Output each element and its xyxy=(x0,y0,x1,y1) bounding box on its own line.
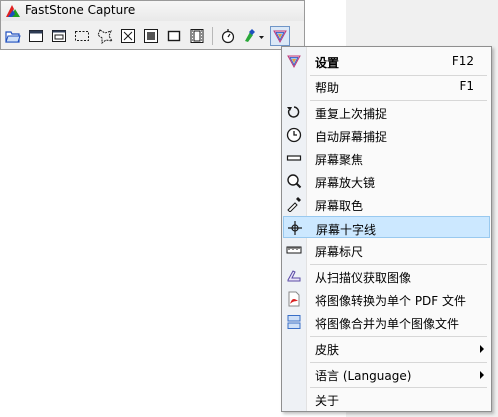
menu-item-magnifier[interactable]: 屏幕放大镜 xyxy=(283,170,490,192)
menu-item-about[interactable]: 关于 xyxy=(283,388,490,410)
ruler-icon xyxy=(286,246,302,254)
menu-item-color-picker[interactable]: 屏幕取色 xyxy=(283,193,490,215)
menu-item-crosshair[interactable]: 屏幕十字线 xyxy=(283,216,490,238)
menu-item-label: 自动屏幕捕捉 xyxy=(315,130,388,144)
menu-item-label: 从扫描仪获取图像 xyxy=(315,271,412,285)
menu-item-label: 将图像转换为单个 PDF 文件 xyxy=(315,294,467,308)
settings-menu-button[interactable] xyxy=(270,26,290,46)
title-bar[interactable]: FastStone Capture xyxy=(1,1,304,21)
menu-item-label: 设置 xyxy=(315,56,340,70)
menu-item-shortcut: F1 xyxy=(459,79,474,93)
window-title: FastStone Capture xyxy=(25,3,136,17)
capture-rectangle-button[interactable] xyxy=(72,26,92,46)
screen-recorder-button[interactable] xyxy=(187,26,207,46)
window-icon xyxy=(29,30,43,42)
open-folder-icon xyxy=(5,31,21,43)
menu-item-label: 屏幕十字线 xyxy=(316,223,377,237)
menu-item-label: 关于 xyxy=(315,394,340,408)
scrolling-window-icon xyxy=(144,29,158,43)
menu-item-label: 屏幕标尺 xyxy=(315,245,364,259)
menu-item-shortcut: F12 xyxy=(451,54,474,68)
freehand-shape-icon xyxy=(97,29,113,44)
menu-item-label: 屏幕放大镜 xyxy=(315,176,376,190)
capture-scrolling-button[interactable] xyxy=(141,26,161,46)
menu-item-label: 帮助 xyxy=(315,81,340,95)
output-destination-button[interactable] xyxy=(241,26,267,46)
dashed-rectangle-icon xyxy=(75,31,89,41)
capture-fullscreen-button[interactable] xyxy=(118,26,138,46)
film-strip-icon xyxy=(190,29,204,43)
menu-item-merge-images[interactable]: 将图像合并为单个图像文件 xyxy=(283,311,490,333)
merge-images-icon xyxy=(287,315,301,329)
menu-item-label: 屏幕聚焦 xyxy=(315,153,364,167)
scanner-icon xyxy=(287,270,301,282)
menu-item-screen-focus[interactable]: 屏幕聚焦 xyxy=(283,147,490,169)
faststone-toolbar-window: FastStone Capture xyxy=(0,0,305,50)
menu-item-label: 将图像合并为单个图像文件 xyxy=(315,317,460,331)
focus-bar-icon xyxy=(286,155,302,161)
repeat-arrow-icon xyxy=(287,106,300,118)
menu-item-ruler[interactable]: 屏幕标尺 xyxy=(283,239,490,261)
submenu-arrow-icon xyxy=(480,345,484,353)
delay-timer-button[interactable] xyxy=(218,26,238,46)
capture-object-button[interactable] xyxy=(49,26,69,46)
open-file-button[interactable] xyxy=(3,26,23,46)
settings-context-menu: 设置 F12 帮助 F1 重复上次捕捉 自动屏幕捕捉 屏幕聚焦 屏幕放大镜 屏幕… xyxy=(281,46,492,412)
menu-item-help[interactable]: 帮助 F1 xyxy=(283,75,490,97)
menu-item-label: 屏幕取色 xyxy=(315,199,364,213)
magnifier-icon xyxy=(287,174,302,189)
menu-item-language[interactable]: 语言 (Language) xyxy=(283,363,490,385)
menu-item-convert-to-pdf[interactable]: 将图像转换为单个 PDF 文件 xyxy=(283,288,490,310)
faststone-settings-icon xyxy=(273,30,287,44)
menu-item-auto-capture[interactable]: 自动屏幕捕捉 xyxy=(283,124,490,146)
capture-window-button[interactable] xyxy=(26,26,46,46)
output-brush-icon xyxy=(245,29,264,42)
submenu-arrow-icon xyxy=(480,371,484,379)
capture-fixed-region-button[interactable] xyxy=(164,26,184,46)
menu-item-repeat-last-capture[interactable]: 重复上次捕捉 xyxy=(283,101,490,123)
pdf-file-icon xyxy=(288,291,300,307)
capture-freehand-button[interactable] xyxy=(95,26,115,46)
toolbar-separator xyxy=(212,27,213,45)
fullscreen-icon xyxy=(121,29,135,43)
menu-item-settings[interactable]: 设置 F12 xyxy=(283,50,490,72)
crosshair-icon xyxy=(288,221,302,235)
settings-logo-icon xyxy=(287,55,301,69)
menu-item-label: 语言 (Language) xyxy=(315,369,412,383)
fixed-region-icon xyxy=(167,30,181,42)
menu-item-scanner[interactable]: 从扫描仪获取图像 xyxy=(283,265,490,287)
menu-item-label: 皮肤 xyxy=(315,343,340,357)
faststone-logo-icon xyxy=(6,5,20,17)
object-window-icon xyxy=(52,30,66,42)
capture-toolbar xyxy=(3,24,302,48)
eyedropper-icon xyxy=(287,197,301,212)
clock-icon xyxy=(286,127,302,143)
menu-item-skin[interactable]: 皮肤 xyxy=(283,337,490,359)
menu-item-label: 重复上次捕捉 xyxy=(315,107,388,121)
stopwatch-icon xyxy=(221,29,235,44)
